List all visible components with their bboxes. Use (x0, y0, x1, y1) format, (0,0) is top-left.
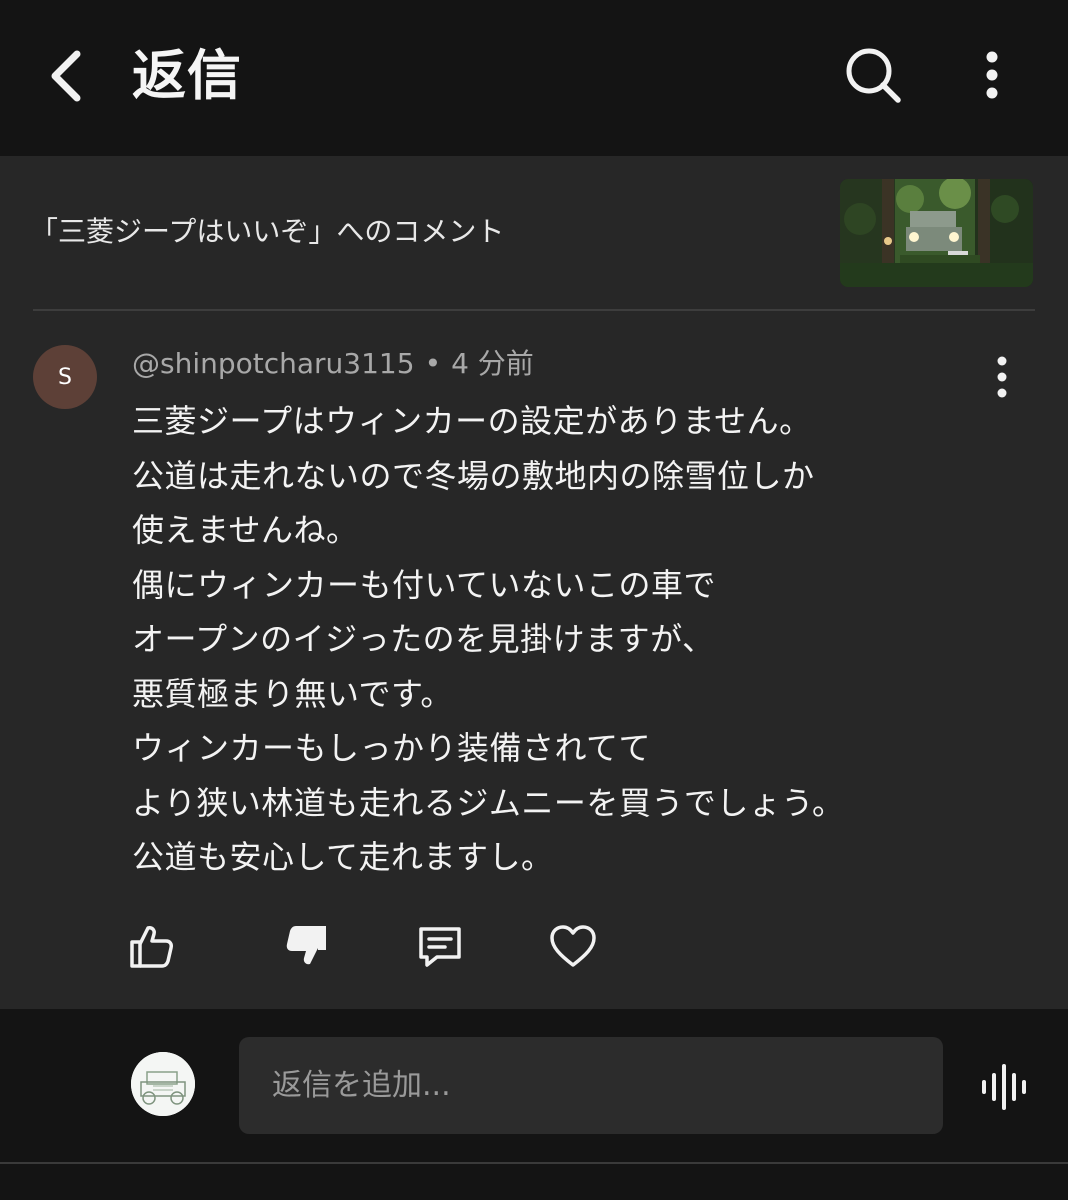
reply-screen: 返信 「三菱ジープはいいぞ」へのコメント S @shinpotcharu3115… (0, 0, 1068, 1200)
comment-line: 悪質極まり無いです。 (132, 674, 453, 713)
comment-line: 三菱ジープはウィンカーの設定がありません。 (132, 402, 812, 440)
back-button[interactable] (30, 38, 100, 114)
comment-line: より狭い林道も走れるジムニーを買うでしょう。 (132, 783, 845, 822)
top-app-bar: 返信 (0, 0, 1068, 156)
page-title: 返信 (132, 44, 242, 107)
chevron-left-icon (51, 50, 81, 102)
comment-time: 4 分前 (451, 347, 534, 380)
video-thumbnail[interactable] (840, 179, 1033, 287)
heart-icon (550, 925, 596, 967)
dislike-button[interactable] (276, 916, 336, 976)
more-options-button[interactable] (962, 40, 1022, 110)
like-button[interactable] (122, 916, 182, 976)
bottom-strip (0, 1164, 1068, 1200)
comment-line: 公道は走れないので冬場の敷地内の除雪位しか (132, 456, 815, 495)
user-avatar-image (131, 1052, 195, 1116)
comment-line: 偶にウィンカーも付いていないこの車で (132, 565, 717, 604)
search-icon (846, 48, 901, 103)
comment-line: 公道も安心して走れますし。 (132, 838, 554, 876)
comment-text: 三菱ジープはウィンカーの設定がありません。 公道は走れないので冬場の敷地内の除雪… (132, 394, 1012, 885)
comment-meta: @shinpotcharu3115 • 4 分前 (132, 344, 534, 384)
comment-actions (0, 916, 1068, 976)
comment-line: 使えませんね。 (132, 511, 359, 549)
thumbnail-image (840, 179, 1033, 287)
voice-search-button[interactable] (972, 1057, 1036, 1117)
more-vertical-icon (997, 356, 1007, 398)
video-context[interactable]: 「三菱ジープはいいぞ」へのコメント (0, 156, 1068, 310)
avatar[interactable]: S (33, 345, 97, 409)
reply-input[interactable] (239, 1037, 943, 1134)
heart-button[interactable] (543, 916, 603, 976)
comment-author[interactable]: @shinpotcharu3115 (132, 347, 415, 380)
dislike-icon (286, 926, 326, 965)
meta-separator: • (424, 347, 442, 380)
reply-bar (0, 1009, 1068, 1161)
video-context-title: 「三菱ジープはいいぞ」へのコメント (30, 215, 505, 248)
comment-line: ウィンカーもしっかり装備されてて (132, 729, 652, 767)
search-button[interactable] (838, 40, 908, 110)
like-icon (130, 926, 173, 968)
user-avatar[interactable] (131, 1052, 195, 1116)
reply-icon (419, 927, 461, 967)
comment-line: オープンのイジったのを見掛けますが、 (132, 620, 715, 658)
comment-panel: 「三菱ジープはいいぞ」へのコメント S @shinpotcharu3115 • … (0, 156, 1068, 1009)
reply-button[interactable] (410, 916, 470, 976)
more-vertical-icon (986, 51, 998, 99)
divider (33, 309, 1035, 311)
voice-search-icon (982, 1064, 1026, 1110)
avatar-initial: S (58, 364, 72, 390)
